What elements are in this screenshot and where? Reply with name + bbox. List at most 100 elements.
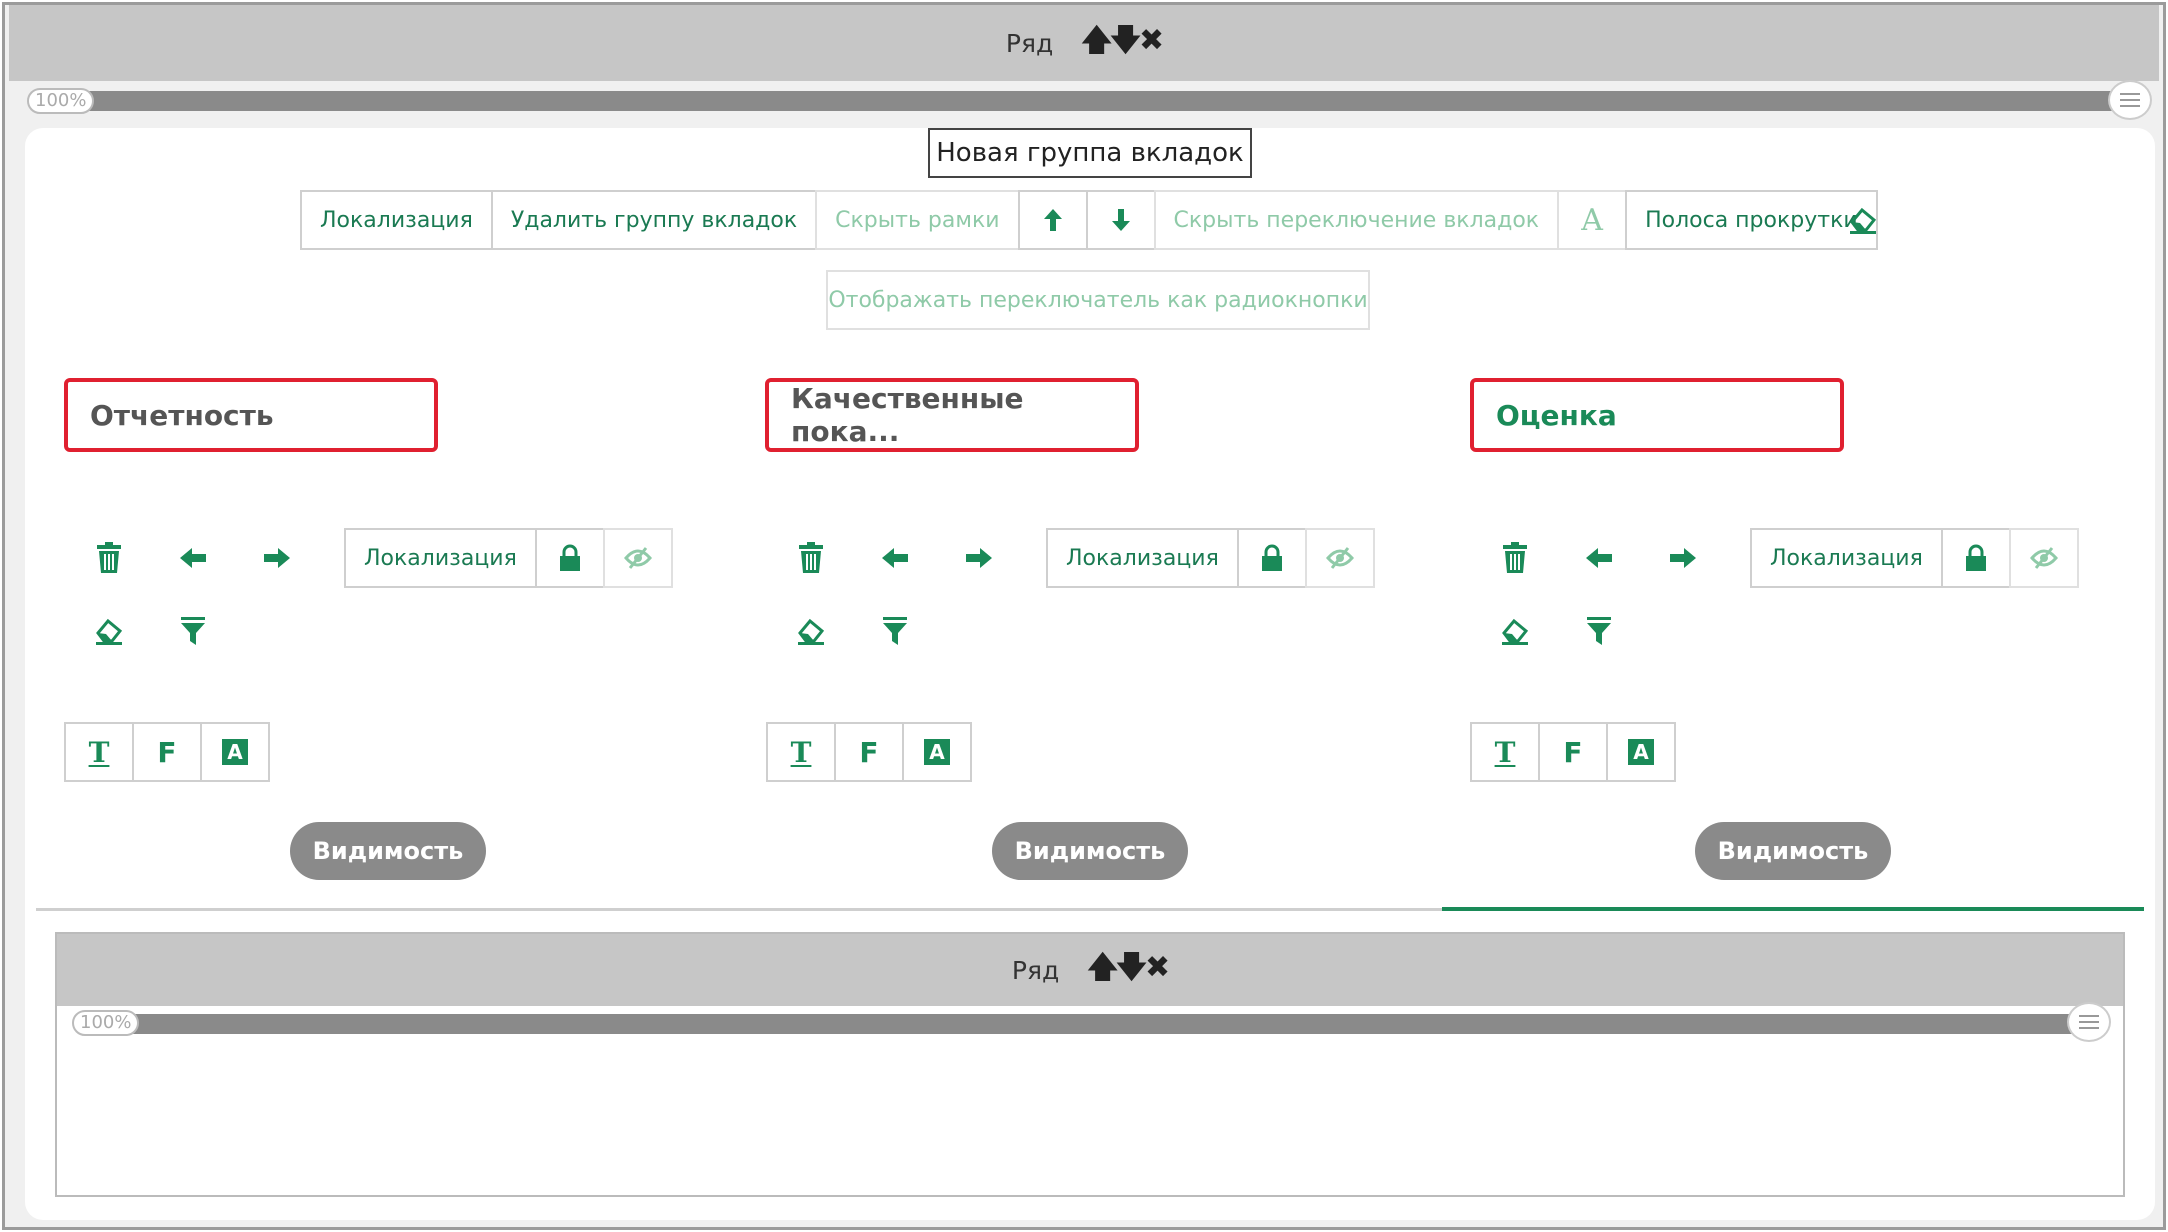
eye-slash-icon [1325, 547, 1354, 569]
delete-tab-group-button[interactable]: Удалить группу вкладок [490, 190, 818, 250]
trash-icon[interactable] [786, 533, 836, 583]
tab-2-tools-2 [786, 606, 920, 656]
formula-button[interactable]: F [1538, 722, 1608, 782]
inner-width-slider-track[interactable] [78, 1014, 2078, 1034]
inner-row-header: Ряд 🡅🡇✖ [57, 934, 2123, 1006]
move-group-down-button[interactable] [1085, 190, 1156, 250]
tab-name-input-1[interactable]: Отчетность [64, 378, 438, 452]
tab-2-hide-button[interactable] [1304, 528, 1375, 588]
tab-1-lock-button[interactable] [534, 528, 605, 588]
tab-name-input-3[interactable]: Оценка [1470, 378, 1844, 452]
formula-button[interactable]: F [132, 722, 202, 782]
tab-1-format-buttons: T F A [64, 722, 270, 782]
tab-2-buttons: Локализация [1046, 528, 1375, 588]
tab-3-tools-2 [1490, 606, 1624, 656]
width-slider-track[interactable] [30, 91, 2120, 111]
hide-borders-button[interactable]: Скрыть рамки [815, 190, 1020, 250]
text-format-button[interactable]: T [64, 722, 134, 782]
filter-icon[interactable] [1574, 606, 1624, 656]
eye-slash-icon [623, 547, 652, 569]
inner-width-slider-handle[interactable] [2067, 1002, 2111, 1042]
scrollbar-button[interactable]: Полоса прокрутки [1625, 190, 1878, 250]
text-icon: T [790, 735, 812, 769]
formula-icon: F [157, 735, 177, 769]
trash-icon[interactable] [1490, 533, 1540, 583]
style-button[interactable]: A [902, 722, 972, 782]
tab-3-tools: Локализация [1490, 528, 2079, 588]
formula-button[interactable]: F [834, 722, 904, 782]
tab-1-visibility-button[interactable]: Видимость [290, 822, 486, 880]
text-icon: T [1494, 735, 1516, 769]
move-group-up-button[interactable] [1017, 190, 1088, 250]
formula-icon: F [859, 735, 879, 769]
row-label: Ряд [1005, 28, 1054, 58]
move-down-icon[interactable]: 🡇 [1110, 18, 1141, 69]
tab-divider [36, 908, 1442, 911]
style-icon: A [222, 739, 248, 765]
eye-slash-icon [2029, 547, 2058, 569]
arrow-right-icon[interactable] [954, 533, 1004, 583]
tab-1-tools-2 [84, 606, 218, 656]
eraser-icon[interactable] [1490, 606, 1540, 656]
tab-3-lock-button[interactable] [1940, 528, 2011, 588]
inner-row-container: Ряд 🡅🡇✖ [55, 932, 2125, 1197]
arrow-left-icon[interactable] [1574, 533, 1624, 583]
font-icon: A [1581, 202, 1603, 238]
inner-row-label: Ряд [1011, 955, 1060, 985]
arrow-down-icon [1110, 207, 1132, 233]
localization-button[interactable]: Локализация [300, 190, 493, 250]
delete-row-icon[interactable]: ✖ [1139, 23, 1164, 58]
formula-icon: F [1563, 735, 1583, 769]
tab-1-hide-button[interactable] [602, 528, 673, 588]
lock-icon [558, 544, 582, 572]
filter-icon[interactable] [870, 606, 920, 656]
delete-row-icon[interactable]: ✖ [1145, 950, 1170, 985]
filter-icon[interactable] [168, 606, 218, 656]
lock-icon [1964, 544, 1988, 572]
show-as-radio-button[interactable]: Отображать переключатель как радиокнопки [826, 270, 1370, 330]
text-icon: T [88, 735, 110, 769]
tab-3-visibility-button[interactable]: Видимость [1695, 822, 1891, 880]
width-percent-label: 100% [27, 88, 95, 114]
active-tab-indicator [1442, 907, 2144, 911]
inner-row-controls: 🡅🡇✖ [1087, 945, 1170, 996]
style-icon: A [1628, 739, 1654, 765]
hide-tab-switching-button[interactable]: Скрыть переключение вкладок [1153, 190, 1560, 250]
tab-2-tools: Локализация [786, 528, 1375, 588]
eraser-icon[interactable] [1848, 206, 1878, 234]
move-down-icon[interactable]: 🡇 [1116, 945, 1147, 996]
style-button[interactable]: A [1606, 722, 1676, 782]
move-up-icon[interactable]: 🡅 [1081, 18, 1112, 69]
row-controls: 🡅🡇✖ [1081, 18, 1164, 69]
tab-3-hide-button[interactable] [2008, 528, 2079, 588]
tab-3-format-buttons: T F A [1470, 722, 1676, 782]
move-up-icon[interactable]: 🡅 [1087, 945, 1118, 996]
arrow-right-icon[interactable] [252, 533, 302, 583]
text-format-button[interactable]: T [1470, 722, 1540, 782]
tab-group-toolbar: Локализация Удалить группу вкладок Скрыт… [300, 190, 1878, 250]
tab-2-visibility-button[interactable]: Видимость [992, 822, 1188, 880]
text-format-button[interactable]: T [766, 722, 836, 782]
tab-2-format-buttons: T F A [766, 722, 972, 782]
trash-icon[interactable] [84, 533, 134, 583]
font-style-button[interactable]: A [1557, 190, 1628, 250]
tab-1-tools: Локализация [84, 528, 673, 588]
tab-1-localization-button[interactable]: Локализация [344, 528, 537, 588]
eraser-icon[interactable] [786, 606, 836, 656]
style-button[interactable]: A [200, 722, 270, 782]
radio-toggle-row: Отображать переключатель как радиокнопки [826, 270, 1370, 330]
width-slider-handle[interactable] [2108, 80, 2152, 120]
arrow-up-icon [1042, 207, 1064, 233]
tab-group-title[interactable]: Новая группа вкладок [928, 128, 1252, 178]
tab-2-lock-button[interactable] [1236, 528, 1307, 588]
inner-width-percent-label: 100% [72, 1010, 140, 1036]
arrow-left-icon[interactable] [168, 533, 218, 583]
arrow-right-icon[interactable] [1658, 533, 1708, 583]
tab-name-input-2[interactable]: Качественные пока... [765, 378, 1139, 452]
lock-icon [1260, 544, 1284, 572]
tab-3-localization-button[interactable]: Локализация [1750, 528, 1943, 588]
arrow-left-icon[interactable] [870, 533, 920, 583]
row-header: Ряд 🡅🡇✖ [9, 5, 2159, 81]
tab-2-localization-button[interactable]: Локализация [1046, 528, 1239, 588]
eraser-icon[interactable] [84, 606, 134, 656]
